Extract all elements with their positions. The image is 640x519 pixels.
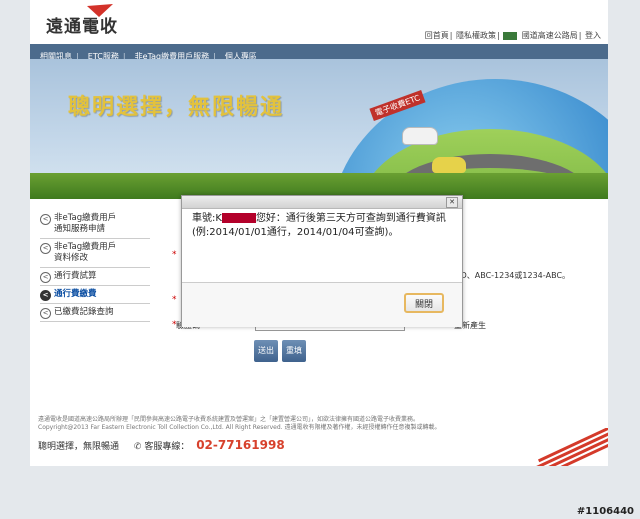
modal-overlay: ✕ 車號:K 您好：通行後第三天方可查詢到通行費資訊(例:2014/01/01通行… xyxy=(0,0,640,519)
watermark: #1106440 xyxy=(576,506,634,517)
dialog-titlebar: ✕ xyxy=(182,196,462,209)
redacted-plate xyxy=(221,213,256,223)
dialog-message: 車號:K 您好：通行後第三天方可查詢到通行費資訊(例:2014/01/01通行，2… xyxy=(192,213,446,238)
notice-dialog: ✕ 車號:K 您好：通行後第三天方可查詢到通行費資訊(例:2014/01/01通行… xyxy=(181,195,463,327)
dialog-button-bar: 關閉 xyxy=(182,282,462,327)
close-icon[interactable]: ✕ xyxy=(446,197,458,208)
close-button[interactable]: 關閉 xyxy=(404,293,444,313)
